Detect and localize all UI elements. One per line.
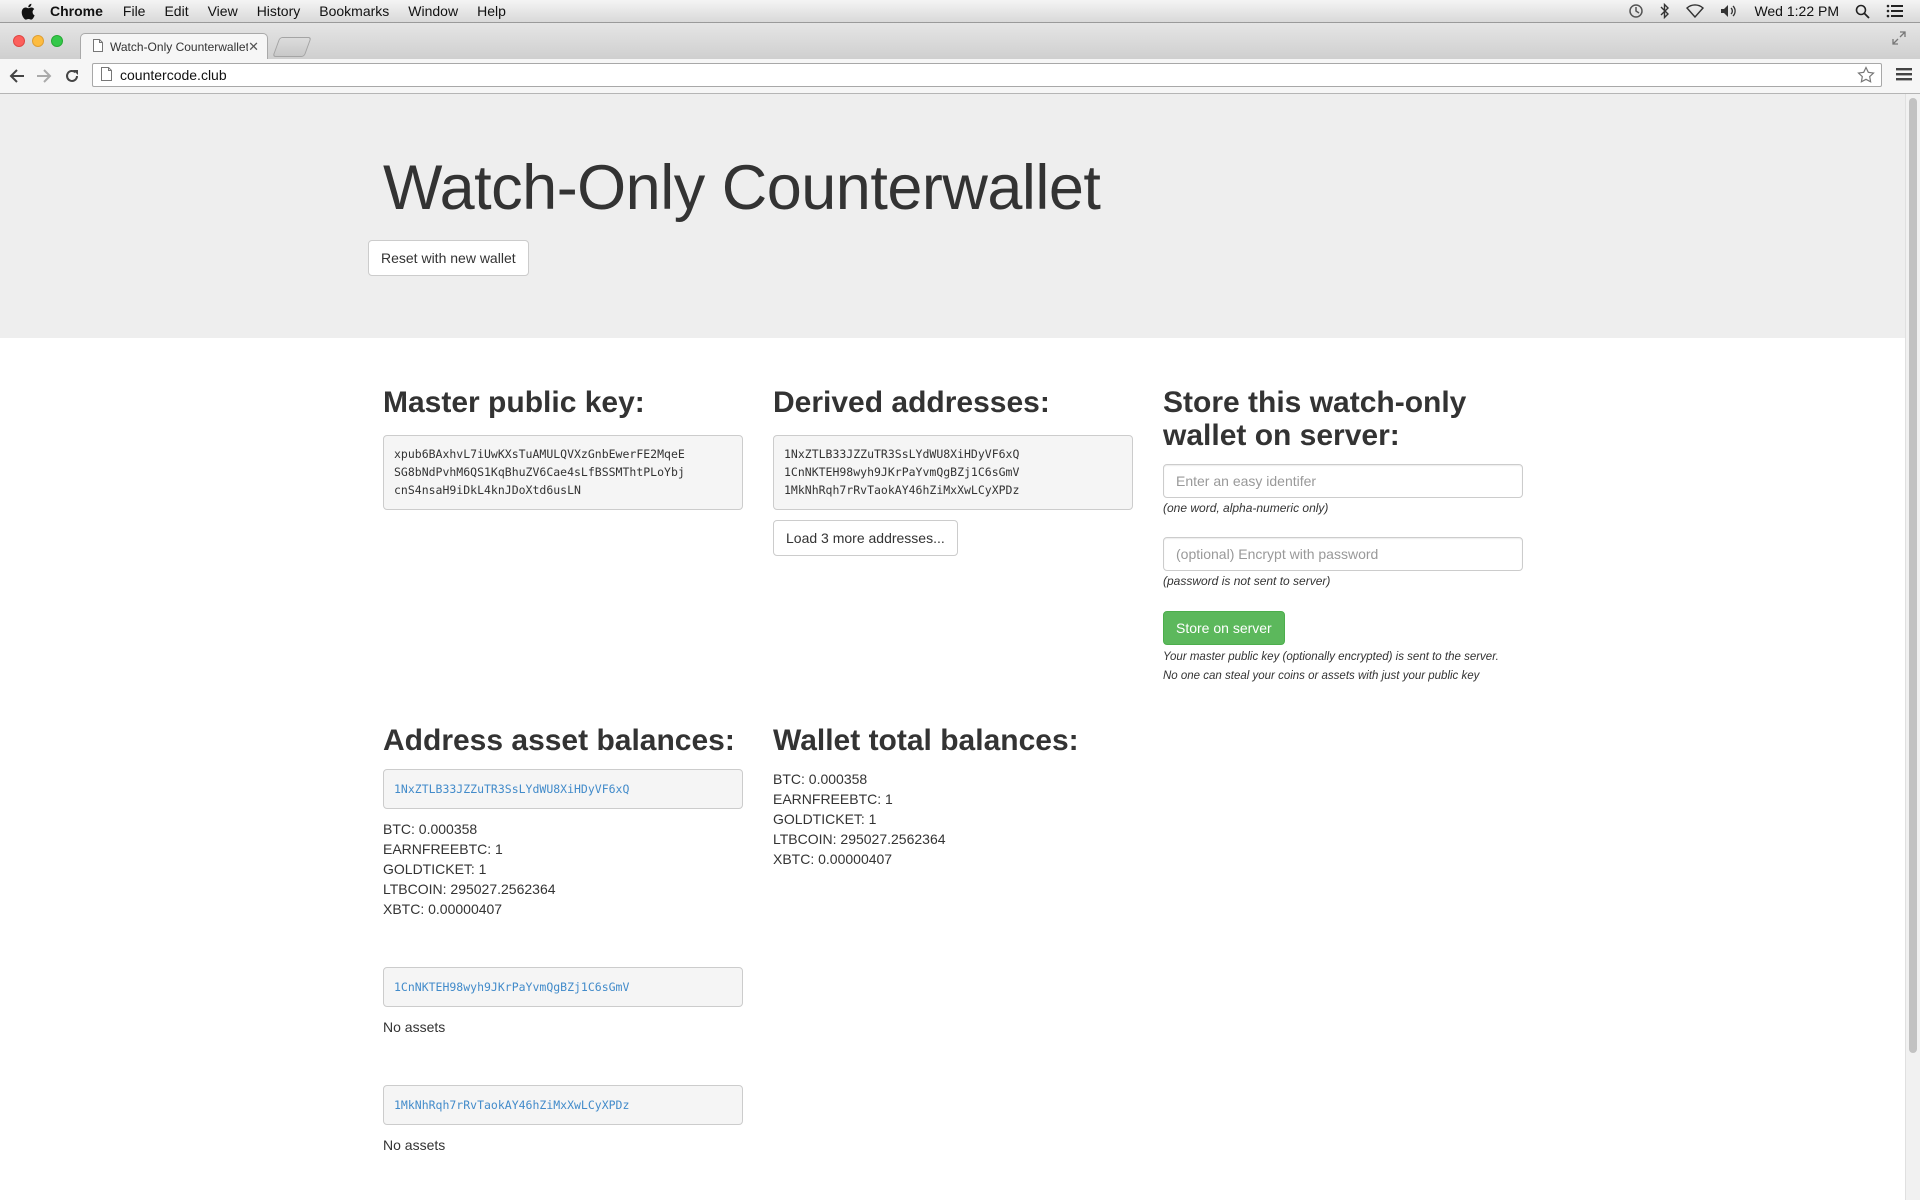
no-assets-text: No assets bbox=[383, 1019, 446, 1035]
derived-addresses-section: Derived addresses: 1NxZTLB33JZZuTR3SsLYd… bbox=[773, 386, 1133, 556]
new-tab-button[interactable] bbox=[272, 37, 312, 57]
close-icon[interactable]: ✕ bbox=[248, 39, 259, 55]
balance-item: LTBCOIN: 295027.2562364 bbox=[773, 831, 946, 847]
store-note-line1: Your master public key (optionally encry… bbox=[1163, 651, 1499, 663]
back-icon[interactable] bbox=[7, 66, 27, 86]
address-balance-list: BTC: 0.000358 EARNFREEBTC: 1 GOLDTICKET:… bbox=[383, 819, 743, 919]
bluetooth-icon[interactable] bbox=[1660, 3, 1670, 19]
scrollbar-thumb[interactable] bbox=[1909, 98, 1917, 1053]
identifier-input[interactable] bbox=[1163, 464, 1523, 498]
forward-icon[interactable] bbox=[34, 66, 54, 86]
menu-chrome[interactable]: Chrome bbox=[50, 3, 103, 19]
menu-help[interactable]: Help bbox=[477, 3, 506, 19]
wallet-totals-section: Wallet total balances: BTC: 0.000358 EAR… bbox=[773, 724, 1133, 869]
address-link[interactable]: 1CnNKTEH98wyh9JKrPaYvmQgBZj1C6sGmV bbox=[383, 967, 743, 1007]
window-minimize-button[interactable] bbox=[32, 35, 44, 47]
store-wallet-heading: Store this watch-only wallet on server: bbox=[1163, 386, 1467, 452]
no-assets-text: No assets bbox=[383, 1137, 446, 1153]
address-balances-heading: Address asset balances: bbox=[383, 724, 735, 757]
menubar-clock[interactable]: Wed 1:22 PM bbox=[1754, 3, 1839, 19]
derived-addresses-list[interactable]: 1NxZTLB33JZZuTR3SsLYdWU8XiHDyVF6xQ 1CnNK… bbox=[773, 435, 1133, 510]
store-on-server-button[interactable]: Store on server bbox=[1163, 611, 1285, 645]
address-link[interactable]: 1MkNhRqh7rRvTaokAY46hZiMxXwLCyXPDz bbox=[383, 1085, 743, 1125]
balance-item: EARNFREEBTC: 1 bbox=[773, 791, 893, 807]
wifi-icon[interactable] bbox=[1686, 4, 1705, 18]
reset-wallet-button[interactable]: Reset with new wallet bbox=[368, 240, 529, 276]
tab-strip: Watch-Only Counterwallet ✕ bbox=[0, 23, 1920, 59]
menu-view[interactable]: View bbox=[208, 3, 238, 19]
balance-item: GOLDTICKET: 1 bbox=[773, 811, 877, 827]
menu-bar: Chrome File Edit View History Bookmarks … bbox=[0, 0, 1920, 23]
identifier-help: (one word, alpha-numeric only) bbox=[1163, 501, 1329, 515]
balance-item: BTC: 0.000358 bbox=[773, 771, 868, 787]
tab-title: Watch-Only Counterwallet bbox=[110, 39, 249, 54]
address-balances-section: Address asset balances: 1NxZTLB33JZZuTR3… bbox=[383, 724, 743, 1155]
menu-bookmarks[interactable]: Bookmarks bbox=[319, 3, 389, 19]
status-menus: Wed 1:22 PM bbox=[1628, 0, 1920, 22]
balance-item: XBTC: 0.00000407 bbox=[773, 851, 893, 867]
password-input[interactable] bbox=[1163, 537, 1523, 571]
store-wallet-section: Store this watch-only wallet on server: … bbox=[1163, 386, 1543, 685]
master-public-key[interactable]: xpub6BAxhvL7iUwKXsTuAMULQVXzGnbEwerFE2Mq… bbox=[383, 435, 743, 510]
apple-icon[interactable] bbox=[20, 2, 36, 20]
derived-addresses-heading: Derived addresses: bbox=[773, 386, 1050, 419]
balance-item: BTC: 0.000358 bbox=[383, 821, 478, 837]
address-bar[interactable]: countercode.club bbox=[92, 63, 1882, 87]
reload-icon[interactable] bbox=[62, 66, 82, 86]
wallet-balance-list: BTC: 0.000358 EARNFREEBTC: 1 GOLDTICKET:… bbox=[773, 769, 1133, 869]
master-key-section: Master public key: xpub6BAxhvL7iUwKXsTuA… bbox=[383, 386, 743, 510]
notification-center-icon[interactable] bbox=[1886, 4, 1904, 18]
spotlight-icon[interactable] bbox=[1855, 4, 1870, 19]
wallet-totals-heading: Wallet total balances: bbox=[773, 724, 1079, 757]
jumbotron: Watch-Only Counterwallet Reset with new … bbox=[0, 94, 1905, 338]
fullscreen-icon[interactable] bbox=[1892, 31, 1906, 50]
menu-window[interactable]: Window bbox=[408, 3, 458, 19]
balance-item: GOLDTICKET: 1 bbox=[383, 861, 487, 877]
password-help: (password is not sent to server) bbox=[1163, 574, 1331, 588]
balance-item: LTBCOIN: 295027.2562364 bbox=[383, 881, 556, 897]
volume-icon[interactable] bbox=[1720, 4, 1738, 18]
page-title: Watch-Only Counterwallet bbox=[383, 153, 1101, 223]
address-link[interactable]: 1NxZTLB33JZZuTR3SsLYdWU8XiHDyVF6xQ bbox=[383, 769, 743, 809]
window-zoom-button[interactable] bbox=[51, 35, 63, 47]
page-icon bbox=[93, 38, 103, 55]
star-icon[interactable] bbox=[1857, 66, 1875, 87]
browser-toolbar: countercode.club bbox=[0, 59, 1920, 94]
url-text[interactable]: countercode.club bbox=[120, 67, 227, 83]
page-viewport: Watch-Only Counterwallet Reset with new … bbox=[0, 94, 1920, 1200]
time-machine-icon[interactable] bbox=[1628, 3, 1644, 19]
page-icon bbox=[101, 66, 112, 84]
menu-file[interactable]: File bbox=[123, 3, 146, 19]
scrollbar[interactable] bbox=[1905, 94, 1920, 1200]
window-close-button[interactable] bbox=[13, 35, 25, 47]
tab-active[interactable]: Watch-Only Counterwallet ✕ bbox=[80, 33, 268, 59]
balance-item: XBTC: 0.00000407 bbox=[383, 901, 503, 917]
menu-edit[interactable]: Edit bbox=[164, 3, 188, 19]
master-key-heading: Master public key: bbox=[383, 386, 645, 419]
menu-history[interactable]: History bbox=[257, 3, 301, 19]
chrome-menu-icon[interactable] bbox=[1896, 67, 1912, 86]
store-note-line2: No one can steal your coins or assets wi… bbox=[1163, 670, 1480, 682]
balance-item: EARNFREEBTC: 1 bbox=[383, 841, 503, 857]
load-more-addresses-button[interactable]: Load 3 more addresses... bbox=[773, 520, 958, 556]
